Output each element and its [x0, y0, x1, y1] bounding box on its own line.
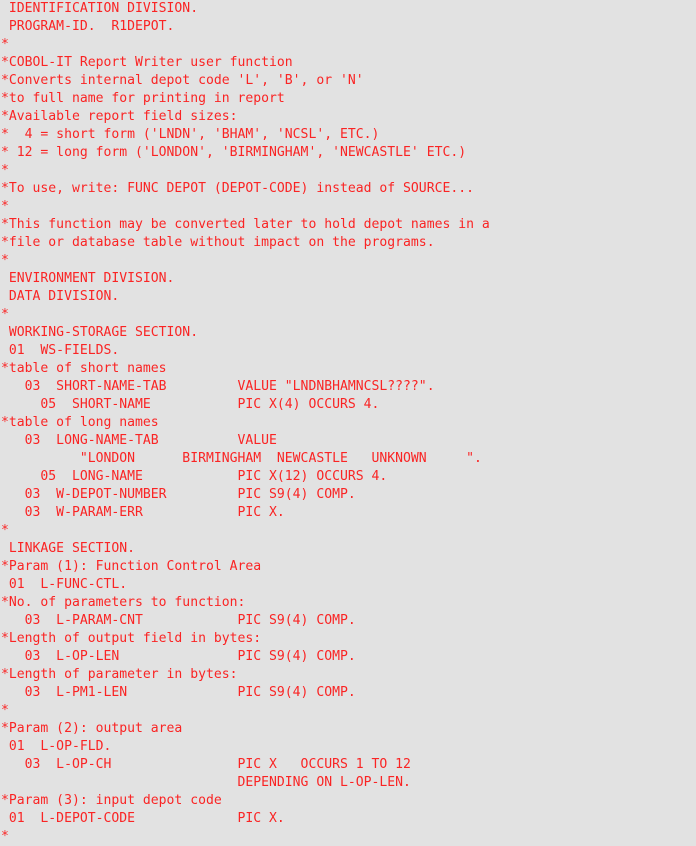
code-line: 01 WS-FIELDS. — [1, 343, 120, 358]
code-line: ENVIRONMENT DIVISION. — [1, 271, 175, 286]
code-line: * — [1, 307, 9, 322]
code-line: 01 L-DEPOT-CODE PIC X. — [1, 811, 285, 826]
code-line: LINKAGE SECTION. — [1, 541, 136, 556]
code-line: 03 L-OP-LEN PIC S9(4) COMP. — [1, 649, 356, 664]
code-line: * — [1, 37, 9, 52]
code-line: *This function may be converted later to… — [1, 217, 490, 232]
code-line: * — [1, 199, 9, 214]
code-line: *Length of parameter in bytes: — [1, 667, 238, 682]
code-line: *to full name for printing in report — [1, 91, 285, 106]
code-listing[interactable]: IDENTIFICATION DIVISION. PROGRAM-ID. R1D… — [0, 0, 696, 845]
code-line: *No. of parameters to function: — [1, 595, 246, 610]
code-line: * — [1, 523, 9, 538]
code-line: 03 W-PARAM-ERR PIC X. — [1, 505, 285, 520]
code-line: * — [1, 163, 9, 178]
code-line: *COBOL-IT Report Writer user function — [1, 55, 293, 70]
code-line: 03 LONG-NAME-TAB VALUE — [1, 433, 277, 448]
code-line: 05 SHORT-NAME PIC X(4) OCCURS 4. — [1, 397, 380, 412]
code-line: * 12 = long form ('LONDON', 'BIRMINGHAM'… — [1, 145, 467, 160]
code-line: *Converts internal depot code 'L', 'B', … — [1, 73, 364, 88]
code-line: *Param (1): Function Control Area — [1, 559, 262, 574]
code-line: *Length of output field in bytes: — [1, 631, 262, 646]
code-line: *Param (3): input depot code — [1, 793, 222, 808]
code-line: PROGRAM-ID. R1DEPOT. — [1, 19, 175, 34]
code-line: 03 W-DEPOT-NUMBER PIC S9(4) COMP. — [1, 487, 356, 502]
code-line: *table of long names — [1, 415, 159, 430]
code-line: WORKING-STORAGE SECTION. — [1, 325, 199, 340]
code-line: 03 SHORT-NAME-TAB VALUE "LNDNBHAMNCSL???… — [1, 379, 435, 394]
code-line: * — [1, 703, 9, 718]
code-line: 05 LONG-NAME PIC X(12) OCCURS 4. — [1, 469, 388, 484]
code-line: *table of short names — [1, 361, 167, 376]
code-line: "LONDON BIRMINGHAM NEWCASTLE UNKNOWN ". — [1, 451, 482, 466]
code-line: *To use, write: FUNC DEPOT (DEPOT-CODE) … — [1, 181, 474, 196]
code-line: *file or database table without impact o… — [1, 235, 435, 250]
code-line: * — [1, 253, 9, 268]
code-line: *Available report field sizes: — [1, 109, 238, 124]
code-line: * — [1, 829, 9, 844]
code-line: 01 L-OP-FLD. — [1, 739, 112, 754]
code-line: 03 L-PM1-LEN PIC S9(4) COMP. — [1, 685, 356, 700]
code-line: 01 L-FUNC-CTL. — [1, 577, 128, 592]
code-line: DEPENDING ON L-OP-LEN. — [1, 775, 411, 790]
code-line: *Param (2): output area — [1, 721, 183, 736]
code-line: 03 L-PARAM-CNT PIC S9(4) COMP. — [1, 613, 356, 628]
code-line: DATA DIVISION. — [1, 289, 120, 304]
code-line: 03 L-OP-CH PIC X OCCURS 1 TO 12 — [1, 757, 411, 772]
code-line: IDENTIFICATION DIVISION. — [1, 1, 199, 16]
code-line: * 4 = short form ('LNDN', 'BHAM', 'NCSL'… — [1, 127, 380, 142]
